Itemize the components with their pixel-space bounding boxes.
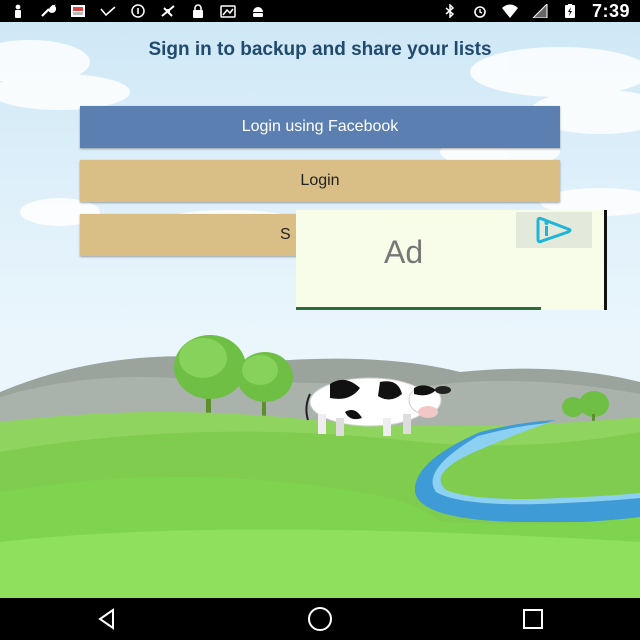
signal-icon <box>532 4 548 18</box>
signup-button-label: S <box>280 226 291 243</box>
gallery-icon <box>70 4 86 18</box>
main-content: Sign in to backup and share your lists L… <box>0 22 640 598</box>
login-button[interactable]: Login <box>80 160 560 202</box>
ad-banner[interactable]: Ad <box>296 210 607 310</box>
voicemail-icon <box>100 4 116 18</box>
person-icon <box>10 4 26 18</box>
lock-icon <box>190 4 206 18</box>
alarm-icon <box>472 4 488 18</box>
back-icon[interactable] <box>77 598 137 640</box>
photo-icon <box>220 4 236 18</box>
satellite-icon <box>160 4 176 18</box>
page-title: Sign in to backup and share your lists <box>148 39 492 60</box>
bluetooth-icon <box>442 4 458 18</box>
ad-label: Ad <box>384 234 424 270</box>
navigation-bar <box>0 598 640 640</box>
status-bar: 7:39 <box>0 0 640 22</box>
status-time: 7:39 <box>591 0 630 21</box>
recents-icon[interactable] <box>503 598 563 640</box>
android-icon <box>250 4 266 18</box>
ad-divider <box>296 307 541 310</box>
wrench-icon <box>40 4 56 18</box>
battery-icon <box>562 4 578 18</box>
wifi-icon <box>501 4 518 18</box>
facebook-login-button[interactable]: Login using Facebook <box>80 106 560 148</box>
home-icon[interactable] <box>290 598 350 640</box>
ad-info-icon[interactable] <box>516 212 592 248</box>
info-icon <box>130 4 146 18</box>
